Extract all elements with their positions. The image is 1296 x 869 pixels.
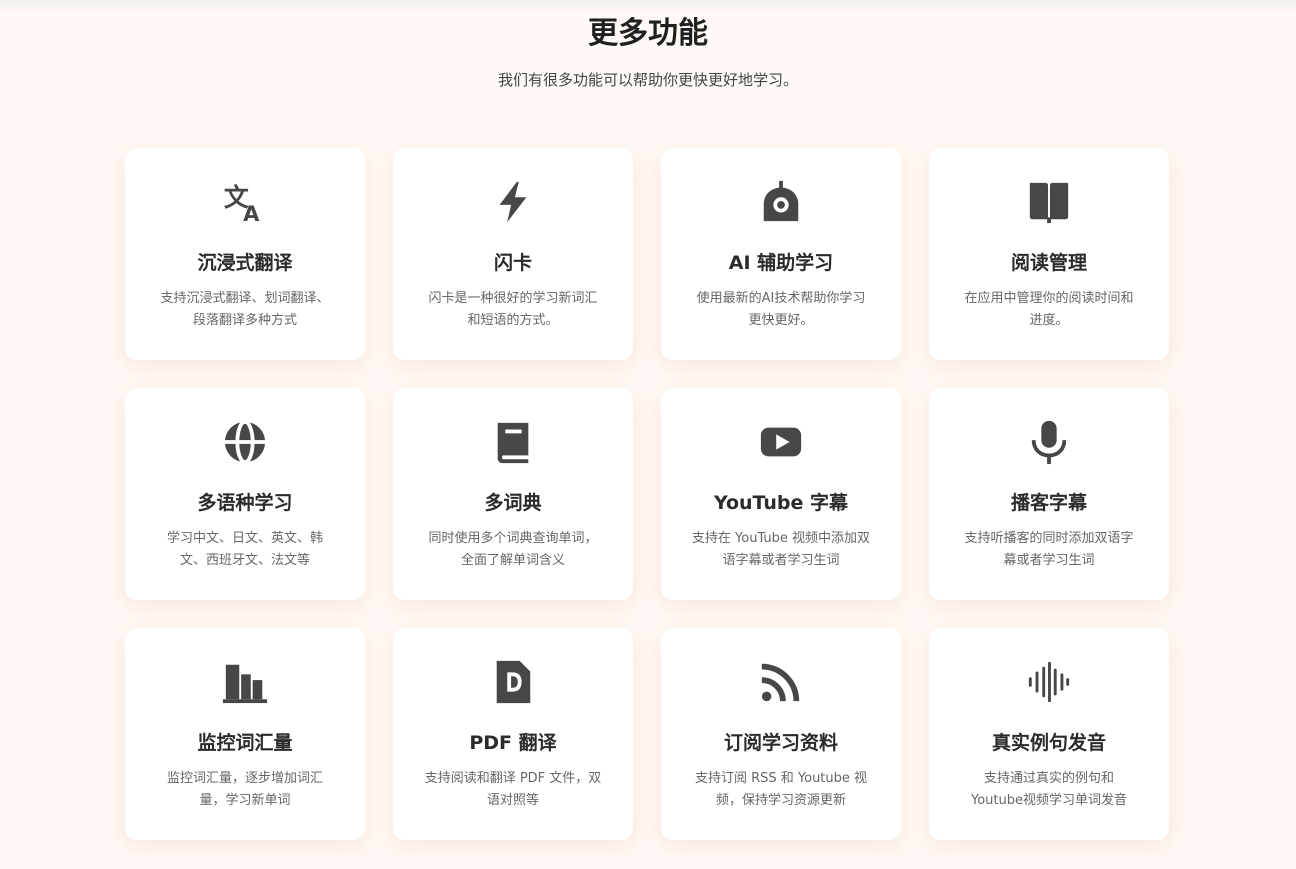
feature-title: 阅读管理 xyxy=(1010,252,1087,274)
feature-card-pdf-translation[interactable]: PDF 翻译 支持阅读和翻译 PDF 文件，双语对照等 xyxy=(393,628,633,840)
feature-card-pronunciation[interactable]: 真实例句发音 支持通过真实的例句和Youtube视频学习单词发音 xyxy=(929,628,1169,840)
feature-title: AI 辅助学习 xyxy=(728,252,834,274)
globe-icon xyxy=(125,418,365,466)
feature-grid: 文 A 沉浸式翻译 支持沉浸式翻译、划词翻译、段落翻译多种方式 闪卡 闪卡是一种… xyxy=(125,148,1169,840)
youtube-icon xyxy=(661,418,901,466)
book-open-icon xyxy=(929,178,1169,226)
pdf-file-icon xyxy=(393,658,633,706)
feature-title: 监控词汇量 xyxy=(197,732,293,754)
feature-title: 多语种学习 xyxy=(197,492,293,514)
section-subtitle: 我们有很多功能可以帮助你更快更好地学习。 xyxy=(497,71,798,89)
feature-description: 监控词汇量，逐步增加词汇量，学习新单词 xyxy=(166,771,323,808)
feature-card-podcast-subtitles[interactable]: 播客字幕 支持听播客的同时添加双语字幕或者学习生词 xyxy=(929,388,1169,600)
feature-card-ai-learning[interactable]: AI 辅助学习 使用最新的AI技术帮助你学习更快更好。 xyxy=(661,148,901,360)
feature-card-vocabulary-monitor[interactable]: 监控词汇量 监控词汇量，逐步增加词汇量，学习新单词 xyxy=(125,628,365,840)
feature-title: 闪卡 xyxy=(493,252,532,274)
feature-description: 支持在 YouTube 视频中添加双语字幕或者学习生词 xyxy=(691,531,871,568)
feature-description: 在应用中管理你的阅读时间和进度。 xyxy=(964,291,1134,328)
feature-description: 支持沉浸式翻译、划词翻译、段落翻译多种方式 xyxy=(160,291,330,328)
feature-card-flashcards[interactable]: 闪卡 闪卡是一种很好的学习新词汇和短语的方式。 xyxy=(393,148,633,360)
feature-description: 支持通过真实的例句和Youtube视频学习单词发音 xyxy=(971,771,1127,808)
feature-card-immersive-translation[interactable]: 文 A 沉浸式翻译 支持沉浸式翻译、划词翻译、段落翻译多种方式 xyxy=(125,148,365,360)
feature-description: 使用最新的AI技术帮助你学习更快更好。 xyxy=(696,291,866,328)
feature-card-multilingual[interactable]: 多语种学习 学习中文、日文、英文、韩文、西班牙文、法文等 xyxy=(125,388,365,600)
feature-card-subscriptions[interactable]: 订阅学习资料 支持订阅 RSS 和 Youtube 视频，保持学习资源更新 xyxy=(661,628,901,840)
feature-title: 订阅学习资料 xyxy=(723,732,838,754)
feature-card-multi-dictionary[interactable]: 多词典 同时使用多个词典查询单词，全面了解单词含义 xyxy=(393,388,633,600)
feature-card-reading-management[interactable]: 阅读管理 在应用中管理你的阅读时间和进度。 xyxy=(929,148,1169,360)
svg-text:A: A xyxy=(243,201,260,225)
translate-icon: 文 A xyxy=(125,178,365,226)
sound-wave-icon xyxy=(929,658,1169,706)
feature-description: 学习中文、日文、英文、韩文、西班牙文、法文等 xyxy=(166,531,323,568)
feature-title: YouTube 字幕 xyxy=(713,492,849,514)
feature-title: 播客字幕 xyxy=(1010,492,1087,514)
feature-title: 多词典 xyxy=(484,492,542,514)
robot-icon xyxy=(661,178,901,226)
feature-description: 支持阅读和翻译 PDF 文件，双语对照等 xyxy=(424,771,602,808)
lightning-icon xyxy=(393,178,633,226)
top-shadow xyxy=(0,0,1296,12)
bar-chart-icon xyxy=(125,658,365,706)
feature-title: 沉浸式翻译 xyxy=(197,252,293,274)
dictionary-icon xyxy=(393,418,633,466)
feature-card-youtube-subtitles[interactable]: YouTube 字幕 支持在 YouTube 视频中添加双语字幕或者学习生词 xyxy=(661,388,901,600)
feature-title: PDF 翻译 xyxy=(469,732,557,754)
feature-title: 真实例句发音 xyxy=(991,732,1106,754)
section-title: 更多功能 xyxy=(588,16,708,51)
feature-description: 闪卡是一种很好的学习新词汇和短语的方式。 xyxy=(428,291,598,328)
microphone-icon xyxy=(929,418,1169,466)
feature-description: 支持听播客的同时添加双语字幕或者学习生词 xyxy=(964,531,1134,568)
feature-description: 同时使用多个词典查询单词，全面了解单词含义 xyxy=(428,531,598,568)
rss-icon xyxy=(661,658,901,706)
feature-description: 支持订阅 RSS 和 Youtube 视频，保持学习资源更新 xyxy=(694,771,868,808)
